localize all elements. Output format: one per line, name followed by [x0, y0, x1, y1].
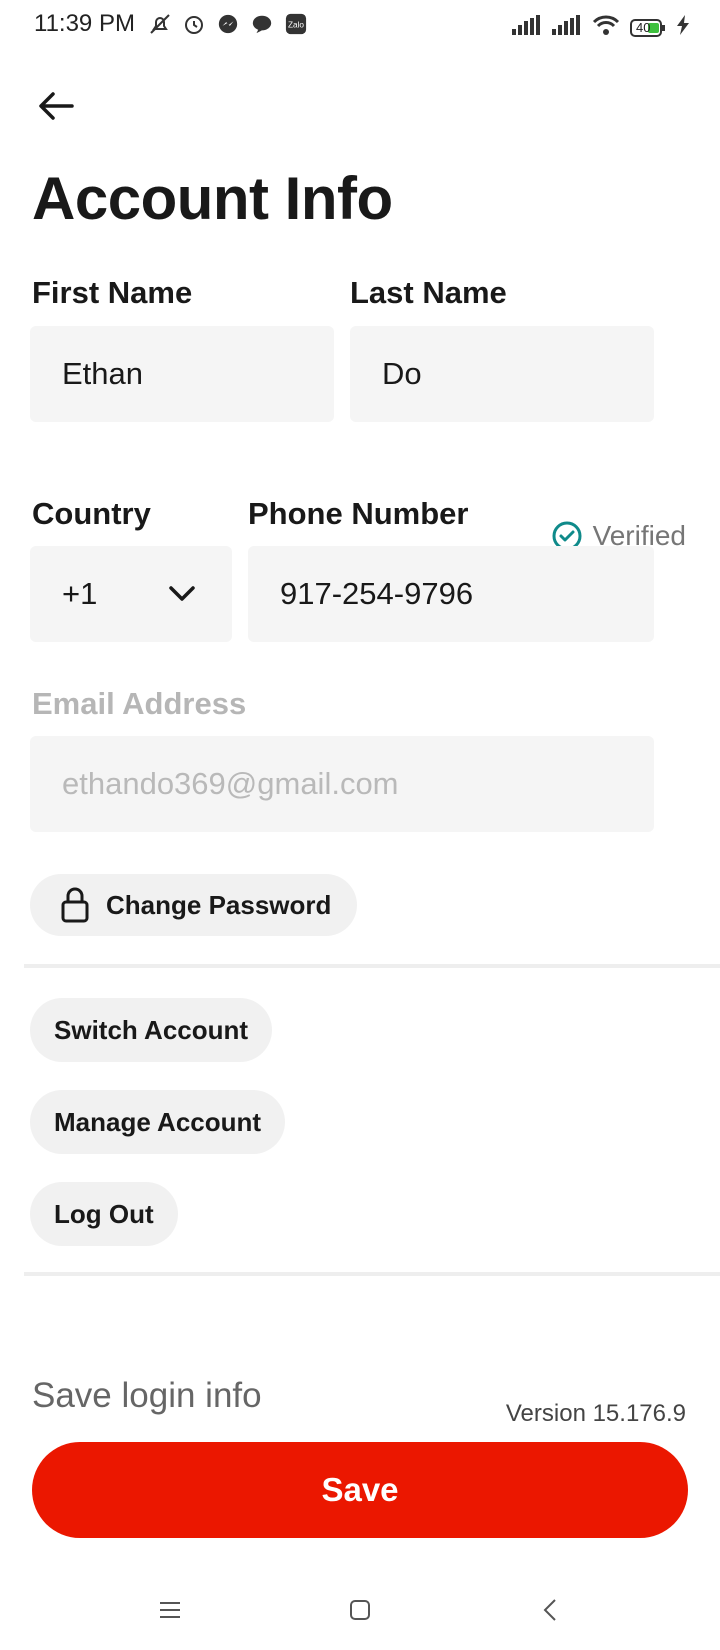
log-out-label: Log Out — [54, 1198, 154, 1229]
country-code-select[interactable]: +1 — [30, 546, 232, 642]
phone-number-field[interactable]: 917-254-9796 — [248, 546, 654, 642]
email-value: ethando369@gmail.com — [62, 766, 399, 801]
country-label: Country — [32, 496, 151, 531]
save-label: Save — [321, 1471, 399, 1508]
status-time: 11:39 PM — [34, 10, 135, 37]
back-button[interactable] — [34, 84, 78, 128]
charging-icon — [676, 15, 690, 40]
manage-account-button[interactable]: Manage Account — [30, 1090, 286, 1154]
chevron-down-icon — [169, 586, 195, 601]
menu-icon — [160, 1602, 180, 1618]
manage-account-label: Manage Account — [54, 1106, 262, 1137]
change-password-button[interactable]: Change Password — [30, 874, 358, 936]
phone-number-value: 917-254-9796 — [280, 576, 474, 611]
svg-text:Zalo: Zalo — [288, 21, 304, 30]
battery-level: 40 — [636, 19, 651, 35]
switch-account-label: Switch Account — [54, 1014, 249, 1045]
notification-icons: Zalo — [148, 12, 308, 36]
lock-icon — [61, 887, 89, 923]
page-title: Account Info — [32, 165, 393, 232]
phone-label: Phone Number — [248, 496, 469, 531]
first-name-field[interactable]: Ethan — [30, 326, 334, 422]
system-back-button[interactable] — [530, 1590, 570, 1630]
divider — [24, 1272, 720, 1276]
country-code-value: +1 — [62, 576, 98, 611]
chevron-left-icon — [543, 1599, 556, 1621]
log-out-button[interactable]: Log Out — [30, 1182, 178, 1246]
home-button[interactable] — [340, 1590, 380, 1630]
change-password-label: Change Password — [106, 889, 332, 920]
version-text: Version 15.176.9 — [505, 1400, 686, 1427]
email-label: Email Address — [32, 686, 247, 721]
email-field: ethando369@gmail.com — [30, 736, 654, 832]
menu-button[interactable] — [150, 1590, 190, 1630]
signal-icon — [512, 15, 542, 40]
battery-icon: 40 — [630, 18, 666, 37]
system-icons: 40 — [512, 14, 690, 41]
divider — [24, 964, 720, 968]
first-name-label: First Name — [32, 275, 193, 310]
save-button[interactable]: Save — [32, 1442, 688, 1538]
signal-icon — [552, 15, 582, 40]
switch-account-button[interactable]: Switch Account — [30, 998, 273, 1062]
last-name-value: Do — [382, 356, 422, 391]
chat-icon — [250, 12, 274, 36]
messenger-icon — [216, 12, 240, 36]
save-login-info-toggle[interactable]: Save login info — [32, 1376, 262, 1416]
last-name-field[interactable]: Do — [350, 326, 654, 422]
last-name-label: Last Name — [350, 275, 507, 310]
square-icon — [350, 1600, 370, 1620]
alarm-icon — [182, 12, 206, 36]
arrow-left-icon — [39, 92, 74, 120]
first-name-value: Ethan — [62, 356, 144, 391]
mute-icon — [148, 12, 172, 36]
system-nav-bar — [0, 1570, 720, 1650]
zalo-icon: Zalo — [284, 12, 308, 36]
wifi-icon — [592, 14, 620, 41]
